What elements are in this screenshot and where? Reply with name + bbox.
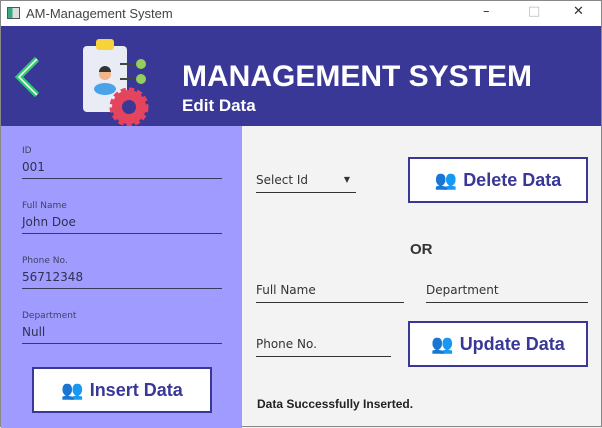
department-field[interactable]: Department Null xyxy=(22,311,222,344)
full-name-input[interactable]: Full Name xyxy=(256,281,404,303)
department-label: Department xyxy=(22,311,77,321)
department-value[interactable]: Null xyxy=(22,323,222,343)
phone-field[interactable]: Phone No. 56712348 xyxy=(22,256,222,289)
header: MANAGEMENT SYSTEM Edit Data xyxy=(1,26,601,126)
insert-data-button[interactable]: 👥 Insert Data xyxy=(32,367,212,413)
id-field[interactable]: ID 001 xyxy=(22,146,222,179)
close-button[interactable]: ✕ xyxy=(573,4,584,19)
department-placeholder: Department xyxy=(426,283,499,297)
window-title: AM-Management System xyxy=(26,6,173,21)
select-id-dropdown[interactable]: Select Id ▼ xyxy=(256,171,356,193)
department-input[interactable]: Department xyxy=(426,281,588,303)
update-data-button[interactable]: 👥 Update Data xyxy=(408,321,588,367)
title-bar: AM-Management System – □ ✕ xyxy=(1,1,601,26)
full-name-value[interactable]: John Doe xyxy=(22,213,222,233)
id-label: ID xyxy=(22,146,32,156)
status-message: Data Successfully Inserted. xyxy=(257,397,414,411)
update-label: Update Data xyxy=(459,333,565,354)
or-label: OR xyxy=(410,241,433,258)
app-icon xyxy=(7,7,20,19)
id-value[interactable]: 001 xyxy=(22,158,222,178)
users-icon: 👥 xyxy=(431,333,454,354)
insert-label: Insert Data xyxy=(89,379,183,400)
phone-placeholder: Phone No. xyxy=(256,337,317,351)
delete-data-button[interactable]: 👥 Delete Data xyxy=(408,157,588,203)
users-icon: 👥 xyxy=(434,169,458,190)
select-id-label: Select Id xyxy=(256,173,308,187)
full-name-placeholder: Full Name xyxy=(256,283,316,297)
full-name-field[interactable]: Full Name John Doe xyxy=(22,201,222,234)
phone-value[interactable]: 56712348 xyxy=(22,268,222,288)
phone-input[interactable]: Phone No. xyxy=(256,335,391,357)
phone-label: Phone No. xyxy=(22,256,68,266)
full-name-label: Full Name xyxy=(22,201,67,211)
management-logo-icon xyxy=(83,39,149,126)
page-title: MANAGEMENT SYSTEM xyxy=(182,60,533,93)
minimize-button[interactable]: – xyxy=(483,4,490,19)
page-subtitle: Edit Data xyxy=(182,96,256,115)
delete-label: Delete Data xyxy=(463,169,562,190)
maximize-button[interactable]: □ xyxy=(528,4,540,19)
back-arrow-icon[interactable] xyxy=(13,56,43,98)
users-icon: 👥 xyxy=(61,379,84,400)
dropdown-arrow-icon: ▼ xyxy=(343,175,350,184)
